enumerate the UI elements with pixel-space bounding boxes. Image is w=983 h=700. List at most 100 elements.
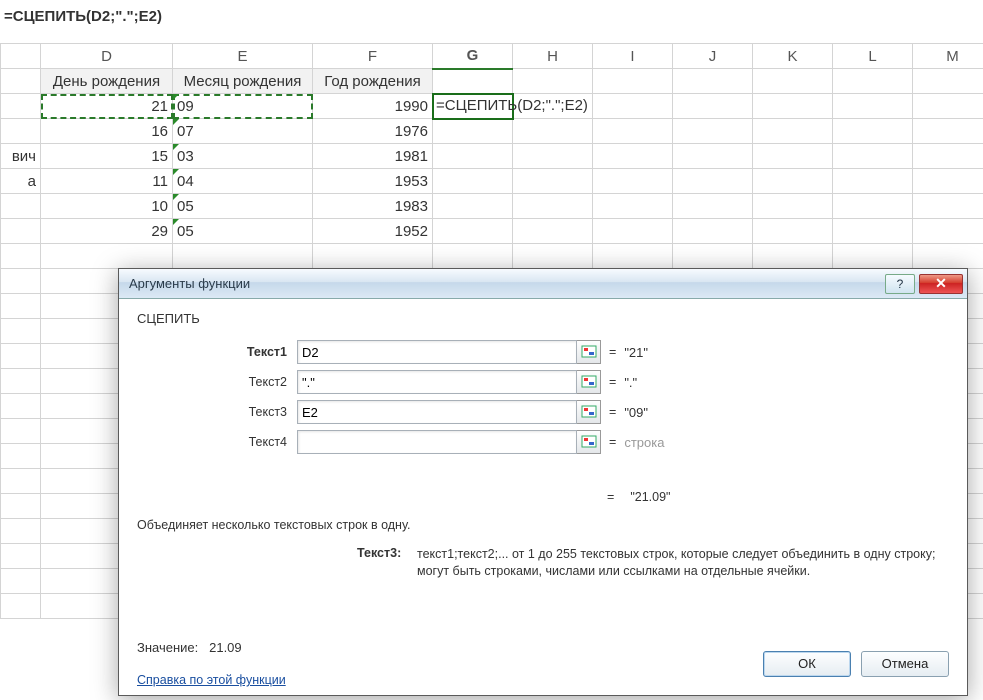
cell[interactable] bbox=[833, 69, 913, 94]
cell[interactable] bbox=[1, 444, 41, 469]
cell[interactable] bbox=[833, 244, 913, 269]
cell[interactable] bbox=[913, 69, 983, 94]
argument-input-text4[interactable] bbox=[297, 430, 577, 454]
cell[interactable] bbox=[1, 94, 41, 119]
cell[interactable] bbox=[513, 219, 593, 244]
cell[interactable] bbox=[1, 319, 41, 344]
cell[interactable]: 05 bbox=[173, 219, 313, 244]
cell[interactable]: 1976 bbox=[313, 119, 433, 144]
header-cell[interactable]: Год рождения bbox=[313, 69, 433, 94]
cell-f2[interactable]: 1990 bbox=[313, 94, 433, 119]
cell[interactable] bbox=[593, 244, 673, 269]
cell[interactable] bbox=[593, 194, 673, 219]
col-header-j[interactable]: J bbox=[673, 44, 753, 69]
col-header-e[interactable]: E bbox=[173, 44, 313, 69]
cell[interactable] bbox=[913, 94, 983, 119]
cell[interactable] bbox=[1, 369, 41, 394]
col-header-k[interactable]: K bbox=[753, 44, 833, 69]
cell[interactable] bbox=[1, 244, 41, 269]
cell[interactable]: вич bbox=[1, 144, 41, 169]
cell[interactable] bbox=[593, 169, 673, 194]
cell[interactable] bbox=[513, 194, 593, 219]
cell[interactable] bbox=[593, 144, 673, 169]
cell[interactable] bbox=[753, 144, 833, 169]
cell[interactable] bbox=[1, 344, 41, 369]
cell[interactable] bbox=[1, 419, 41, 444]
cell[interactable] bbox=[673, 94, 753, 119]
cell[interactable] bbox=[1, 69, 41, 94]
cell[interactable] bbox=[673, 144, 753, 169]
cell[interactable] bbox=[833, 194, 913, 219]
cell[interactable] bbox=[173, 244, 313, 269]
cell[interactable] bbox=[673, 169, 753, 194]
col-header-d[interactable]: D bbox=[41, 44, 173, 69]
cell[interactable] bbox=[433, 69, 513, 94]
cell[interactable] bbox=[673, 69, 753, 94]
cell[interactable] bbox=[1, 194, 41, 219]
ok-button[interactable]: ОК bbox=[763, 651, 851, 677]
cell[interactable]: 1981 bbox=[313, 144, 433, 169]
close-button[interactable]: ✕ bbox=[919, 274, 963, 294]
cell[interactable] bbox=[433, 119, 513, 144]
cell[interactable] bbox=[753, 169, 833, 194]
range-selector-button[interactable] bbox=[577, 430, 601, 454]
cell[interactable] bbox=[833, 119, 913, 144]
cell[interactable] bbox=[753, 244, 833, 269]
cell[interactable] bbox=[41, 244, 173, 269]
cell[interactable] bbox=[593, 69, 673, 94]
cell[interactable] bbox=[833, 169, 913, 194]
cell[interactable] bbox=[1, 494, 41, 519]
cell[interactable] bbox=[1, 569, 41, 594]
cell[interactable]: а bbox=[1, 169, 41, 194]
cell[interactable] bbox=[433, 169, 513, 194]
cancel-button[interactable]: Отмена bbox=[861, 651, 949, 677]
cell[interactable] bbox=[1, 394, 41, 419]
cell[interactable] bbox=[753, 194, 833, 219]
cell[interactable] bbox=[913, 244, 983, 269]
cell[interactable]: 15 bbox=[41, 144, 173, 169]
col-header-i[interactable]: I bbox=[593, 44, 673, 69]
cell[interactable]: 10 bbox=[41, 194, 173, 219]
cell[interactable] bbox=[913, 194, 983, 219]
cell[interactable] bbox=[1, 519, 41, 544]
cell[interactable] bbox=[833, 144, 913, 169]
cell[interactable] bbox=[913, 144, 983, 169]
cell[interactable]: 1953 bbox=[313, 169, 433, 194]
formula-bar[interactable]: =СЦЕПИТЬ(D2;".";E2) bbox=[0, 0, 983, 43]
cell[interactable] bbox=[753, 94, 833, 119]
cell[interactable] bbox=[433, 144, 513, 169]
cell[interactable]: 16 bbox=[41, 119, 173, 144]
cell[interactable] bbox=[593, 119, 673, 144]
cell[interactable] bbox=[513, 244, 593, 269]
col-header-g[interactable]: G bbox=[433, 44, 513, 69]
cell[interactable] bbox=[513, 119, 593, 144]
argument-input-text3[interactable] bbox=[297, 400, 577, 424]
col-header-l[interactable]: L bbox=[833, 44, 913, 69]
range-selector-button[interactable] bbox=[577, 340, 601, 364]
argument-input-text1[interactable] bbox=[297, 340, 577, 364]
cell[interactable] bbox=[313, 244, 433, 269]
cell[interactable] bbox=[1, 119, 41, 144]
cell[interactable] bbox=[673, 244, 753, 269]
cell[interactable] bbox=[513, 169, 593, 194]
cell[interactable]: 29 bbox=[41, 219, 173, 244]
cell[interactable] bbox=[1, 269, 41, 294]
cell[interactable]: 1983 bbox=[313, 194, 433, 219]
cell[interactable] bbox=[673, 219, 753, 244]
cell-d2[interactable]: 21 bbox=[41, 94, 173, 119]
cell[interactable] bbox=[913, 219, 983, 244]
cell-e2[interactable]: 09 bbox=[173, 94, 313, 119]
argument-input-text2[interactable] bbox=[297, 370, 577, 394]
cell[interactable] bbox=[753, 119, 833, 144]
cell[interactable] bbox=[1, 294, 41, 319]
cell[interactable]: 1952 bbox=[313, 219, 433, 244]
cell[interactable] bbox=[913, 169, 983, 194]
cell[interactable] bbox=[433, 219, 513, 244]
header-cell[interactable]: День рождения bbox=[41, 69, 173, 94]
cell[interactable] bbox=[833, 219, 913, 244]
col-header-f[interactable]: F bbox=[313, 44, 433, 69]
cell[interactable] bbox=[753, 69, 833, 94]
cell[interactable] bbox=[753, 219, 833, 244]
cell[interactable] bbox=[1, 594, 41, 619]
cell[interactable] bbox=[913, 119, 983, 144]
